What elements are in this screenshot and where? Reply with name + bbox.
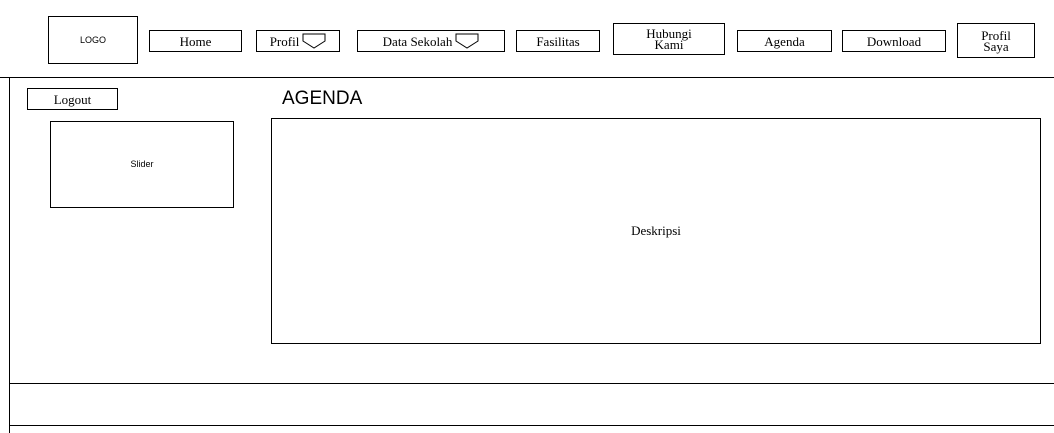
nav-download-button[interactable]: Download (842, 30, 946, 52)
nav-data-sekolah-dropdown[interactable]: Data Sekolah (357, 30, 505, 52)
chevron-down-icon (455, 33, 479, 49)
nav-profil-saya-button[interactable]: Profil Saya (957, 23, 1035, 58)
logout-button[interactable]: Logout (27, 88, 118, 110)
slider[interactable]: Slider (50, 121, 234, 208)
nav-home-label: Home (179, 33, 212, 49)
nav-hubungi-label-line2: Kami (654, 37, 684, 52)
nav-fasilitas-label: Fasilitas (536, 33, 580, 49)
nav-hubungi-kami-button[interactable]: Hubungi Kami (613, 23, 725, 55)
footer-bottom-divider (9, 425, 1054, 426)
header-divider (0, 77, 1054, 78)
page-title-text: AGENDA (282, 88, 363, 109)
nav-agenda-button[interactable]: Agenda (737, 30, 832, 52)
nav-agenda-label: Agenda (764, 33, 805, 49)
description-panel: Deskripsi (271, 118, 1041, 344)
logo: LOGO (48, 16, 138, 64)
nav-profil-dropdown[interactable]: Profil (256, 30, 340, 52)
page-title: AGENDA (282, 88, 362, 110)
logout-label: Logout (53, 91, 92, 107)
nav-fasilitas-button[interactable]: Fasilitas (516, 30, 600, 52)
nav-data-sekolah-label: Data Sekolah (382, 33, 453, 49)
nav-profil-saya-label-line2: Saya (983, 38, 1009, 54)
nav-profil-label: Profil (269, 33, 300, 49)
logo-text: LOGO (79, 35, 106, 45)
slider-label: Slider (130, 159, 154, 169)
footer-top-divider (9, 383, 1054, 384)
nav-download-label: Download (866, 33, 922, 49)
description-text: Deskripsi (631, 223, 681, 238)
nav-home-button[interactable]: Home (149, 30, 242, 52)
chevron-down-icon (302, 33, 326, 49)
page-left-border (9, 77, 10, 433)
